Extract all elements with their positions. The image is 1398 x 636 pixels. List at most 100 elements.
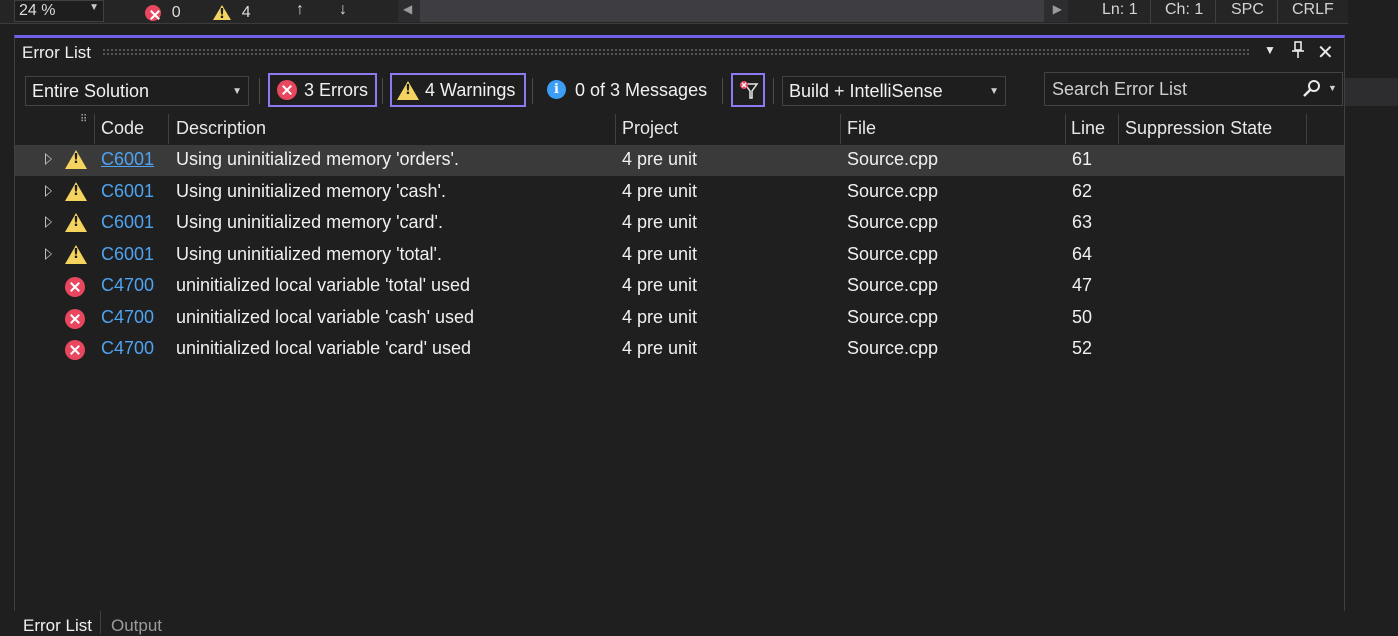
row-project: 4 pre unit [622, 181, 698, 201]
previous-issue-arrow-up-icon[interactable]: ↑ [296, 1, 304, 19]
row-file: Source.cpp [847, 275, 939, 295]
error-icon [277, 80, 297, 100]
row-project: 4 pre unit [622, 212, 698, 232]
filter-icon [738, 79, 760, 106]
toolbar-divider [259, 78, 260, 104]
table-row[interactable]: C4700 uninitialized local variable 'total… [15, 271, 1344, 302]
column-header-code[interactable]: Code [101, 118, 144, 139]
chevron-down-icon: ▼ [989, 86, 999, 97]
column-divider[interactable] [615, 114, 616, 144]
column-header-description[interactable]: Description [176, 118, 266, 139]
table-row[interactable]: C4700 uninitialized local variable 'card'… [15, 334, 1344, 365]
warning-icon [213, 5, 231, 22]
column-header-line[interactable]: Line [1071, 118, 1105, 139]
error-code-link[interactable]: C6001 [101, 244, 154, 265]
scope-value: Entire Solution [32, 81, 150, 101]
table-row[interactable]: C6001 Using uninitialized memory 'total'.… [15, 240, 1344, 271]
messages-filter-toggle[interactable]: i 0 of 3 Messages [540, 73, 715, 107]
column-header-suppression-state[interactable]: Suppression State [1125, 118, 1272, 139]
errors-filter-label: 3 Errors [304, 80, 369, 100]
scrollbar-thumb[interactable] [420, 0, 1044, 22]
horizontal-scrollbar[interactable]: ◀ ▶ [398, 0, 1068, 22]
row-file: Source.cpp [847, 338, 939, 358]
line-indicator[interactable]: Ln: 1 [1102, 1, 1138, 23]
source-filter-value: Build + IntelliSense [789, 81, 943, 101]
bottom-tab-strip [14, 611, 1345, 634]
column-divider[interactable] [1065, 114, 1066, 144]
table-row[interactable]: C6001 Using uninitialized memory 'cash'. 4… [15, 177, 1344, 208]
expand-arrow-icon[interactable] [45, 153, 52, 165]
next-issue-arrow-down-icon[interactable]: ↓ [339, 1, 347, 19]
chevron-down-icon: ▼ [232, 86, 242, 97]
row-project: 4 pre unit [622, 275, 698, 295]
error-code-link[interactable]: C6001 [101, 212, 154, 233]
column-chooser-icon[interactable]: ⠿ [80, 114, 87, 125]
row-file: Source.cpp [847, 307, 939, 327]
table-row[interactable]: C6001 Using uninitialized memory 'card'. 4… [15, 208, 1344, 239]
pin-icon[interactable] [1291, 41, 1305, 64]
warning-count-indicator[interactable]: 4 [213, 2, 251, 22]
close-icon[interactable]: ✕ [1317, 40, 1334, 65]
error-icon [145, 4, 161, 21]
search-error-list-input[interactable]: Search Error List ▼ [1044, 72, 1343, 106]
expand-arrow-icon[interactable] [45, 216, 52, 228]
row-project: 4 pre unit [622, 244, 698, 264]
column-header-file[interactable]: File [847, 118, 876, 139]
row-description: uninitialized local variable 'cash' used [176, 307, 475, 327]
expand-arrow-icon[interactable] [45, 248, 52, 260]
row-file: Source.cpp [847, 181, 939, 201]
right-side-bar [1344, 78, 1398, 106]
filter-toggle[interactable] [731, 73, 765, 107]
status-divider [1215, 0, 1216, 23]
scroll-left-icon[interactable]: ◀ [403, 2, 412, 16]
column-divider[interactable] [840, 114, 841, 144]
line-ending-indicator[interactable]: CRLF [1292, 1, 1334, 23]
whitespace-indicator[interactable]: SPC [1231, 1, 1264, 23]
search-placeholder: Search Error List [1052, 79, 1188, 99]
row-description: Using uninitialized memory 'cash'. [176, 181, 446, 201]
error-code-link[interactable]: C6001 [101, 181, 154, 202]
error-icon [65, 309, 85, 329]
error-code-link[interactable]: C4700 [101, 275, 154, 296]
warning-icon [65, 213, 87, 232]
errors-filter-toggle[interactable]: 3 Errors [268, 73, 377, 107]
table-row[interactable]: C6001 Using uninitialized memory 'orders'… [15, 145, 1344, 176]
warnings-filter-label: 4 Warnings [425, 80, 516, 100]
column-divider[interactable] [1306, 114, 1307, 144]
row-line: 50 [1072, 307, 1093, 327]
zoom-dropdown[interactable]: 24 % ▼ [14, 0, 104, 22]
error-code-link[interactable]: C4700 [101, 307, 154, 328]
warning-icon [65, 150, 87, 169]
error-count-indicator[interactable]: 0 [145, 2, 181, 22]
source-filter-dropdown[interactable]: Build + IntelliSense ▼ [782, 76, 1006, 106]
tab-error-list[interactable]: Error List [14, 611, 101, 635]
window-position-dropdown-icon[interactable]: ▼ [1264, 43, 1276, 57]
warnings-filter-toggle[interactable]: 4 Warnings [390, 73, 526, 107]
search-options-chevron-down-icon[interactable]: ▼ [1328, 83, 1337, 93]
search-icon[interactable] [1301, 79, 1323, 104]
column-header-project[interactable]: Project [622, 118, 678, 139]
column-divider[interactable] [1118, 114, 1119, 144]
panel-drag-grip[interactable] [102, 48, 1250, 56]
scroll-right-icon[interactable]: ▶ [1053, 2, 1062, 16]
expand-arrow-icon[interactable] [45, 185, 52, 197]
column-divider[interactable] [168, 114, 169, 144]
row-description: Using uninitialized memory 'total'. [176, 244, 442, 264]
row-description: uninitialized local variable 'total' use… [176, 275, 471, 295]
error-code-link[interactable]: C6001 [101, 149, 154, 170]
warning-icon [65, 182, 87, 201]
column-divider[interactable] [94, 114, 95, 144]
row-description: Using uninitialized memory 'orders'. [176, 149, 459, 169]
tab-output[interactable]: Output [111, 616, 162, 636]
row-project: 4 pre unit [622, 149, 698, 169]
error-code-link[interactable]: C4700 [101, 338, 154, 359]
warning-icon [397, 81, 419, 100]
warning-count: 4 [241, 4, 251, 21]
char-indicator[interactable]: Ch: 1 [1165, 1, 1203, 23]
toolbar-divider [382, 78, 383, 104]
row-line: 64 [1072, 244, 1093, 264]
scope-dropdown[interactable]: Entire Solution ▼ [25, 76, 249, 106]
row-description: Using uninitialized memory 'card'. [176, 212, 443, 232]
table-row[interactable]: C4700 uninitialized local variable 'cash'… [15, 303, 1344, 334]
error-count: 0 [171, 4, 181, 21]
